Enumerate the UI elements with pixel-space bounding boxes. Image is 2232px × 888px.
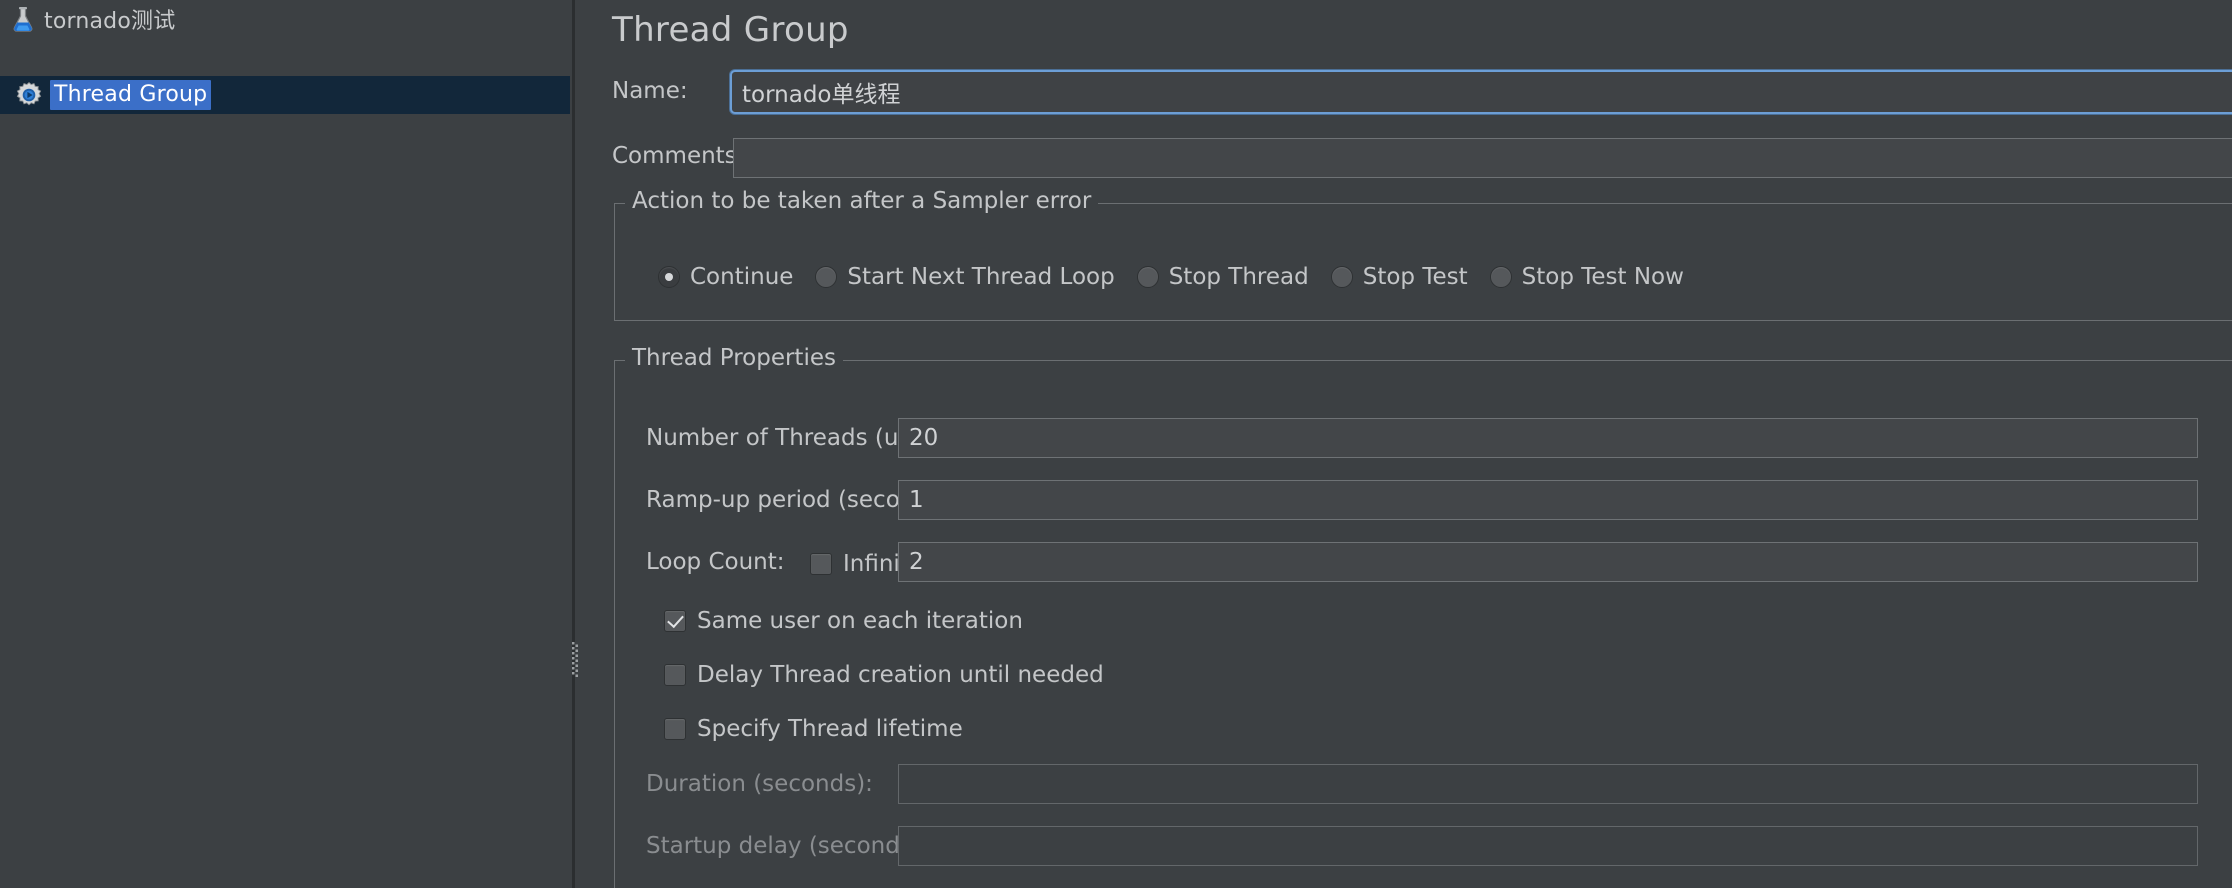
startup-delay-input — [898, 826, 2198, 866]
radio-label: Stop Thread — [1169, 264, 1309, 290]
tree-node-label: tornado测试 — [44, 3, 175, 35]
radio-stop-test[interactable]: Stop Test — [1331, 264, 1468, 290]
pane-splitter[interactable] — [570, 0, 580, 888]
delay-thread-creation-row[interactable]: Delay Thread creation until needed — [664, 662, 1104, 688]
gear-icon — [14, 80, 44, 110]
radio-indicator-icon[interactable] — [815, 266, 837, 288]
duration-input — [898, 764, 2198, 804]
sampler-error-groupbox: Action to be taken after a Sampler error — [614, 203, 2232, 321]
same-user-each-iteration-checkbox[interactable] — [664, 610, 686, 632]
name-label: Name: — [612, 78, 688, 104]
comments-input[interactable] — [733, 138, 2232, 178]
radio-stop-test-now[interactable]: Stop Test Now — [1490, 264, 1684, 290]
jmeter-window: tornado测试 Thread Group — [0, 0, 2232, 888]
specify-thread-lifetime-row[interactable]: Specify Thread lifetime — [664, 716, 963, 742]
infinite-checkbox[interactable] — [810, 553, 832, 575]
radio-label: Stop Test — [1363, 264, 1468, 290]
checkbox-label: Same user on each iteration — [697, 608, 1023, 634]
page-title: Thread Group — [612, 10, 849, 50]
loop-count-label: Loop Count: — [646, 549, 785, 575]
test-plan-tree[interactable]: tornado测试 Thread Group — [0, 0, 570, 888]
radio-label: Start Next Thread Loop — [847, 264, 1114, 290]
delay-thread-creation-checkbox[interactable] — [664, 664, 686, 686]
name-input[interactable] — [730, 70, 2232, 114]
checkbox-label: Delay Thread creation until needed — [697, 662, 1104, 688]
sampler-error-group-title: Action to be taken after a Sampler error — [625, 188, 1098, 214]
radio-label: Stop Test Now — [1522, 264, 1684, 290]
checkbox-label: Specify Thread lifetime — [697, 716, 963, 742]
radio-indicator-icon[interactable] — [658, 266, 680, 288]
loop-count-input[interactable] — [898, 542, 2198, 582]
radio-stop-thread[interactable]: Stop Thread — [1137, 264, 1309, 290]
same-user-each-iteration-row[interactable]: Same user on each iteration — [664, 608, 1023, 634]
tree-node-test-plan[interactable]: tornado测试 — [0, 0, 570, 38]
ramp-up-period-input[interactable] — [898, 480, 2198, 520]
splitter-grip-icon[interactable] — [570, 640, 580, 680]
specify-thread-lifetime-checkbox[interactable] — [664, 718, 686, 740]
sampler-error-radio-group[interactable]: Continue Start Next Thread Loop Stop Thr… — [658, 264, 1706, 290]
tree-node-thread-group[interactable]: Thread Group — [0, 76, 570, 114]
tree-node-label: Thread Group — [50, 80, 211, 110]
radio-start-next-thread-loop[interactable]: Start Next Thread Loop — [815, 264, 1114, 290]
splitter-divider — [572, 0, 575, 888]
radio-indicator-icon[interactable] — [1137, 266, 1159, 288]
radio-continue[interactable]: Continue — [658, 264, 793, 290]
number-of-threads-input[interactable] — [898, 418, 2198, 458]
radio-indicator-icon[interactable] — [1331, 266, 1353, 288]
radio-label: Continue — [690, 264, 793, 290]
thread-properties-group-title: Thread Properties — [625, 345, 843, 371]
flask-icon — [8, 4, 38, 34]
duration-label: Duration (seconds): — [646, 771, 873, 797]
radio-indicator-icon[interactable] — [1490, 266, 1512, 288]
startup-delay-label: Startup delay (seconds): — [646, 833, 929, 859]
thread-group-editor: Thread Group Name: Comments: Action to b… — [580, 0, 2232, 888]
comments-label: Comments: — [612, 143, 744, 169]
